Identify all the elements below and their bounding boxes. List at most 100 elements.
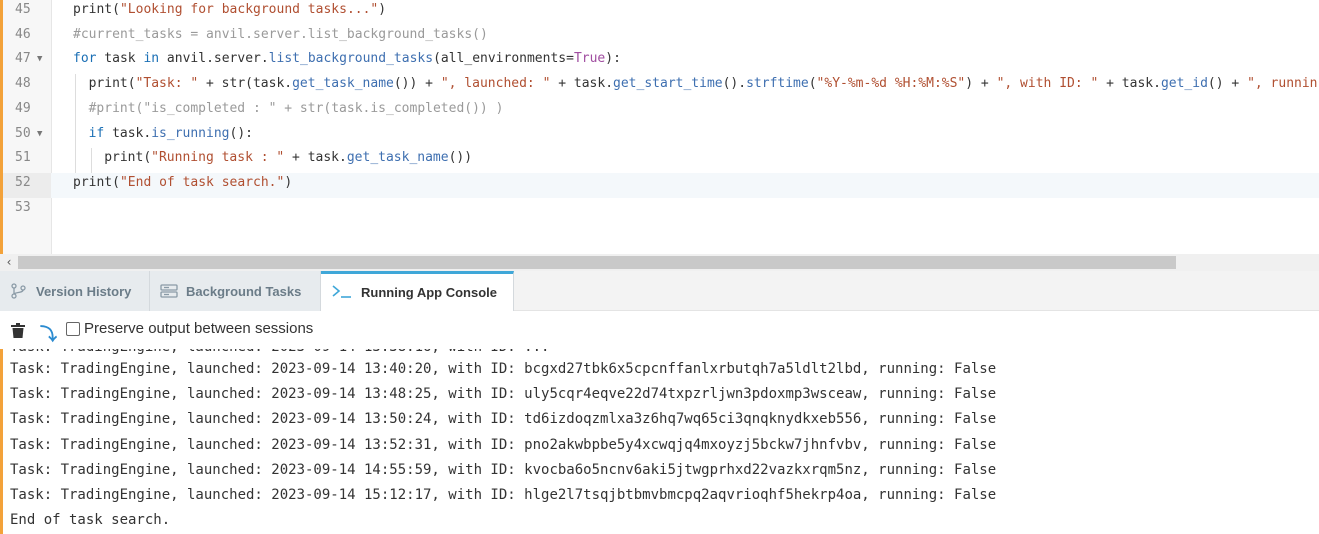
code-line[interactable]: 52 print("End of task search.") xyxy=(3,172,1319,198)
code-token: ) xyxy=(284,174,293,190)
code-token: in xyxy=(143,51,160,67)
code-token: ( xyxy=(808,76,817,92)
code-line[interactable]: 50 ▼ if task.is_running(): xyxy=(3,123,1319,149)
code-token: True xyxy=(573,51,606,67)
indent-guide xyxy=(75,123,76,149)
console-output: Task: TradingEngine, launched: 2023-09-1… xyxy=(0,349,1319,534)
fold-toggle-icon[interactable]: ▼ xyxy=(37,49,42,69)
code-token: ()) xyxy=(448,150,473,166)
line-number: 53 xyxy=(15,199,31,215)
code-token: get_start_time xyxy=(613,76,723,92)
code-text[interactable]: #print("is_completed : " + str(task.is_c… xyxy=(89,99,504,124)
code-token: print( xyxy=(88,76,136,92)
code-text[interactable]: for task in anvil.server.list_background… xyxy=(73,49,621,74)
code-line[interactable]: 53 xyxy=(3,198,1319,223)
tab-version-history[interactable]: Version History xyxy=(0,271,150,311)
code-line[interactable]: 49 #print("is_completed : " + str(task.is… xyxy=(3,98,1319,124)
code-token: "End of task search." xyxy=(119,174,285,190)
indent-guide xyxy=(75,148,76,174)
tab-label: Running App Console xyxy=(361,285,497,300)
code-text[interactable]: #current_tasks = anvil.server.list_backg… xyxy=(73,25,488,50)
horizontal-scrollbar[interactable]: ‹ xyxy=(0,254,1319,271)
code-token: print( xyxy=(73,174,120,190)
code-line[interactable]: 45 print("Looking for background tasks...… xyxy=(3,0,1319,25)
code-token: #current_tasks = anvil.server.list_backg… xyxy=(73,26,488,42)
code-editor[interactable]: 45 print("Looking for background tasks...… xyxy=(0,0,1319,254)
code-token: ) xyxy=(378,2,387,17)
code-line[interactable]: 47 ▼ for task in anvil.server.list_backgro… xyxy=(3,49,1319,74)
fold-toggle-icon[interactable]: ▼ xyxy=(37,124,42,144)
code-line[interactable]: 51 print("Running task : " + task.get_tas… xyxy=(3,148,1319,174)
code-token: ", with ID: " xyxy=(996,76,1099,92)
code-token: if xyxy=(88,125,105,141)
code-line[interactable]: 46 #current_tasks = anvil.server.list_bac… xyxy=(3,25,1319,50)
line-number: 52 xyxy=(3,172,51,198)
scrollbar-thumb[interactable] xyxy=(18,256,1176,269)
line-number: 45 xyxy=(15,2,31,17)
code-token: ()) + xyxy=(393,76,441,92)
code-text[interactable]: if task.is_running(): xyxy=(89,124,253,149)
line-number: 49 xyxy=(15,100,31,116)
code-line[interactable]: 48 print("Task: " + str(task.get_task_nam… xyxy=(3,74,1319,100)
code-token: anvil.server. xyxy=(159,51,269,67)
code-token: + task. xyxy=(1098,76,1161,92)
code-token: "%Y-%m-%d %H:%M:%S" xyxy=(816,76,966,92)
code-token: print( xyxy=(104,150,152,166)
code-token: (). xyxy=(722,76,747,92)
code-token: "Task: " xyxy=(135,76,199,92)
code-token: "Looking for background tasks..." xyxy=(119,2,379,17)
branch-icon xyxy=(11,283,26,299)
preserve-output-label: Preserve output between sessions xyxy=(84,320,314,337)
code-text[interactable]: print("Looking for background tasks...") xyxy=(73,0,386,25)
code-token: print( xyxy=(73,2,120,17)
console-line: Task: TradingEngine, launched: 2023-09-1… xyxy=(10,461,997,478)
code-token: + task. xyxy=(284,150,347,166)
line-number: 48 xyxy=(15,76,31,92)
code-token: for xyxy=(73,51,97,67)
code-token: (all_environments= xyxy=(433,51,574,67)
code-token: task. xyxy=(104,125,152,141)
console-line: Task: TradingEngine, launched: 2023-09-1… xyxy=(10,361,997,377)
indent-guide xyxy=(90,148,92,174)
indent-guide xyxy=(75,74,76,100)
console-line: Task: TradingEngine, launched: 2023-09-1… xyxy=(10,436,997,453)
tab-label: Version History xyxy=(36,284,132,299)
code-token: get_id xyxy=(1160,76,1208,92)
code-token: #print("is_completed : " + str(task.is_c… xyxy=(88,100,504,116)
code-token: is_running xyxy=(151,125,230,141)
scroll-left-icon[interactable]: ‹ xyxy=(2,254,16,271)
clipped-console-line: Task: TradingEngine, launched: 2023-09-1… xyxy=(10,349,549,355)
code-token: ) + xyxy=(965,76,997,92)
code-token: (): xyxy=(229,125,253,141)
line-number: 46 xyxy=(15,26,31,42)
code-token: ): xyxy=(605,51,621,67)
console-line: Task: TradingEngine, launched: 2023-09-1… xyxy=(10,411,997,428)
code-token: list_background_tasks xyxy=(268,51,434,67)
jump-to-bottom-icon[interactable]: ⤵ xyxy=(40,320,57,345)
code-token: + str(task. xyxy=(198,76,293,92)
trash-icon[interactable] xyxy=(11,323,25,338)
console-line: Task: TradingEngine, launched: 2023-09-1… xyxy=(10,386,997,403)
bottom-panel-tabs: Version History Background Tasks Running… xyxy=(0,271,1319,311)
code-token: task xyxy=(96,51,144,67)
tab-running-app-console[interactable]: Running App Console xyxy=(321,271,514,311)
terminal-icon xyxy=(332,285,351,298)
code-text[interactable]: print("Running task : " + task.get_task_… xyxy=(104,148,472,173)
code-token: "Running task : " xyxy=(151,150,285,166)
code-text[interactable]: print("Task: " + str(task.get_task_name(… xyxy=(89,74,1318,99)
line-number: 51 xyxy=(15,150,31,166)
code-token: get_task_name xyxy=(292,76,394,92)
tab-label: Background Tasks xyxy=(186,284,302,299)
code-text[interactable]: print("End of task search.") xyxy=(73,173,292,198)
line-number: 47 xyxy=(15,51,31,67)
code-token: strftime xyxy=(746,76,809,92)
tab-background-tasks[interactable]: Background Tasks xyxy=(150,271,321,311)
code-token: ", launched: " xyxy=(440,76,551,92)
console-line: Task: TradingEngine, launched: 2023-09-1… xyxy=(10,487,997,503)
line-number: 50 xyxy=(15,125,31,141)
code-token: get_task_name xyxy=(346,150,449,166)
preserve-output-checkbox[interactable] xyxy=(66,322,80,336)
console-line: End of task search. xyxy=(10,512,171,529)
code-token: ", runnin xyxy=(1247,76,1318,92)
list-icon xyxy=(160,284,178,298)
